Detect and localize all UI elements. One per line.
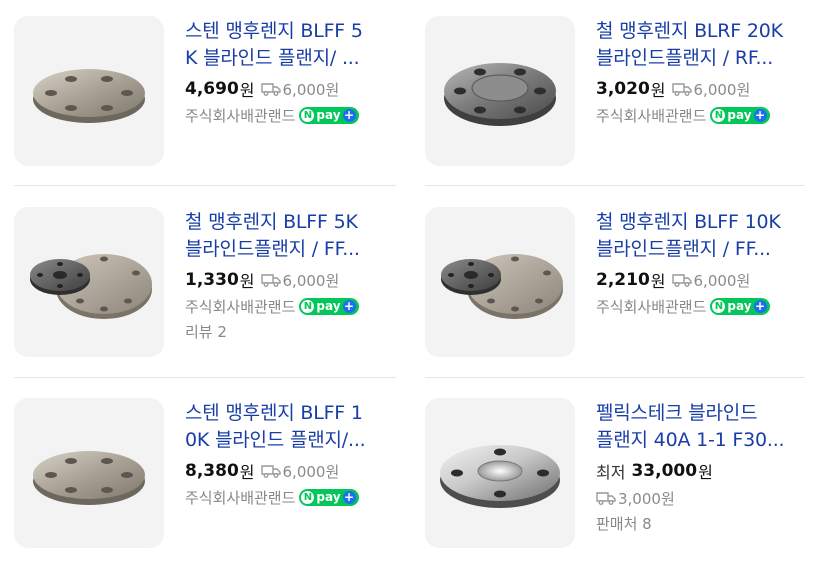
shipping-fee-value: 6,000원 <box>693 271 751 290</box>
price-currency: 원 <box>650 272 666 291</box>
truck-icon <box>260 465 281 478</box>
price-value: 33,000 <box>631 461 698 481</box>
lowest-price-label: 최저 <box>596 463 626 482</box>
product-card[interactable]: 스텐 맹후렌지 BLFF 5 K 블라인드 플랜지/ ... 4,690 원 6,… <box>14 16 404 176</box>
price-value: 4,690 <box>185 79 239 99</box>
product-title-line1[interactable]: 철 맹후렌지 BLRF 20K <box>596 18 811 45</box>
product-card[interactable]: 철 맹후렌지 BLFF 10K 블라인드플랜지 / FF... 2,210 원 6… <box>425 207 815 367</box>
product-title-line2[interactable]: K 블라인드 플랜지/ ... <box>185 45 400 72</box>
stainless-flange-image <box>33 451 145 505</box>
stainless-flange-image <box>33 69 145 123</box>
price-row: 2,210 원 6,000원 <box>596 267 811 293</box>
price-value: 1,330 <box>185 270 239 290</box>
price-currency: 원 <box>239 463 255 482</box>
product-thumbnail[interactable] <box>14 16 164 166</box>
product-title-line1[interactable]: 펠릭스테크 블라인드 <box>596 400 811 427</box>
seller-row: 주식회사배관랜드 Npay + <box>185 103 400 127</box>
product-title[interactable]: 철 맹후렌지 BLRF 20K 블라인드플랜지 / RF... <box>596 18 811 72</box>
shipping-fee: 6,000원 <box>671 79 751 100</box>
seller-row: 주식회사배관랜드 Npay + <box>185 485 400 509</box>
truck-icon <box>260 83 281 96</box>
product-title[interactable]: 철 맹후렌지 BLFF 5K 블라인드플랜지 / FF... <box>185 209 400 263</box>
seller-row: 주식회사배관랜드 Npay + <box>185 294 400 318</box>
truck-icon <box>260 274 281 287</box>
shipping-fee-value: 3,000원 <box>618 489 675 508</box>
product-card[interactable]: 펠릭스테크 블라인드 플랜지 40A 1-1 F30... 최저 33,000 원… <box>425 398 815 558</box>
seller-name[interactable]: 주식회사배관랜드 <box>596 105 706 126</box>
truck-icon <box>671 83 692 96</box>
product-card[interactable]: 철 맹후렌지 BLFF 5K 블라인드플랜지 / FF... 1,330 원 6,… <box>14 207 404 367</box>
npay-badge-icon: Npay + <box>299 297 359 315</box>
polished-flange-image <box>440 445 560 508</box>
product-title-line1[interactable]: 철 맹후렌지 BLFF 10K <box>596 209 811 236</box>
product-title-line2[interactable]: 블라인드플랜지 / RF... <box>596 45 811 72</box>
two-flanges-image <box>441 254 563 319</box>
seller-name[interactable]: 주식회사배관랜드 <box>185 296 295 317</box>
product-card[interactable]: 철 맹후렌지 BLRF 20K 블라인드플랜지 / RF... 3,020 원 6… <box>425 16 815 176</box>
product-thumbnail[interactable] <box>14 207 164 357</box>
truck-icon <box>596 492 616 505</box>
shipping-fee-value: 6,000원 <box>693 80 751 99</box>
seller-row: 주식회사배관랜드 Npay + <box>596 294 811 318</box>
product-title-line2[interactable]: 0K 블라인드 플랜지/... <box>185 427 400 454</box>
product-thumbnail[interactable] <box>14 398 164 548</box>
npay-badge-icon: Npay + <box>299 488 359 506</box>
npay-badge-icon: Npay + <box>299 106 359 124</box>
seller-name[interactable]: 주식회사배관랜드 <box>185 105 295 126</box>
product-card[interactable]: 스텐 맹후렌지 BLFF 1 0K 블라인드 플랜지/... 8,380 원 6,… <box>14 398 404 558</box>
product-thumbnail[interactable] <box>425 398 575 548</box>
product-thumbnail[interactable] <box>425 207 575 357</box>
product-thumbnail[interactable] <box>425 16 575 166</box>
product-title-line2[interactable]: 플랜지 40A 1-1 F30... <box>596 427 811 454</box>
price-currency: 원 <box>698 463 713 482</box>
truck-icon <box>671 274 692 287</box>
shipping-fee: 6,000원 <box>260 79 340 100</box>
product-title-line1[interactable]: 스텐 맹후렌지 BLFF 1 <box>185 400 400 427</box>
seller-name[interactable]: 주식회사배관랜드 <box>185 487 295 508</box>
product-title-line2[interactable]: 블라인드플랜지 / FF... <box>596 236 811 263</box>
review-count[interactable]: 리뷰 2 <box>185 321 400 343</box>
product-title[interactable]: 스텐 맹후렌지 BLFF 1 0K 블라인드 플랜지/... <box>185 400 400 454</box>
shipping-fee: 3,000원 <box>596 488 675 509</box>
price-currency: 원 <box>239 272 255 291</box>
product-title-line2[interactable]: 블라인드플랜지 / FF... <box>185 236 400 263</box>
npay-badge-icon: Npay + <box>710 297 770 315</box>
row-divider <box>425 377 805 378</box>
two-flanges-image <box>30 254 152 319</box>
shipping-row: 3,000원 <box>596 486 811 510</box>
shipping-fee-value: 6,000원 <box>282 80 340 99</box>
product-title-line1[interactable]: 철 맹후렌지 BLFF 5K <box>185 209 400 236</box>
price-currency: 원 <box>239 81 255 100</box>
product-title-line1[interactable]: 스텐 맹후렌지 BLFF 5 <box>185 18 400 45</box>
shipping-fee-value: 6,000원 <box>282 271 340 290</box>
row-divider <box>14 185 396 186</box>
shipping-fee: 6,000원 <box>260 270 340 291</box>
price-value: 2,210 <box>596 270 650 290</box>
row-divider <box>14 377 396 378</box>
npay-badge-icon: Npay + <box>710 106 770 124</box>
price-row: 8,380 원 6,000원 <box>185 458 400 484</box>
seller-row: 주식회사배관랜드 Npay + <box>596 103 811 127</box>
shipping-fee: 6,000원 <box>671 270 751 291</box>
product-title[interactable]: 펠릭스테크 블라인드 플랜지 40A 1-1 F30... <box>596 400 811 454</box>
price-row: 1,330 원 6,000원 <box>185 267 400 293</box>
row-divider <box>425 185 805 186</box>
price-value: 8,380 <box>185 461 239 481</box>
price-row: 최저 33,000 원 <box>596 458 811 484</box>
product-title[interactable]: 스텐 맹후렌지 BLFF 5 K 블라인드 플랜지/ ... <box>185 18 400 72</box>
seller-name[interactable]: 주식회사배관랜드 <box>596 296 706 317</box>
seller-count[interactable]: 판매처 8 <box>596 513 811 535</box>
product-title[interactable]: 철 맹후렌지 BLFF 10K 블라인드플랜지 / FF... <box>596 209 811 263</box>
price-value: 3,020 <box>596 79 650 99</box>
shipping-fee: 6,000원 <box>260 461 340 482</box>
price-currency: 원 <box>650 81 666 100</box>
price-row: 4,690 원 6,000원 <box>185 76 400 102</box>
price-row: 3,020 원 6,000원 <box>596 76 811 102</box>
shipping-fee-value: 6,000원 <box>282 462 340 481</box>
steel-rf-flange-image <box>444 63 556 126</box>
